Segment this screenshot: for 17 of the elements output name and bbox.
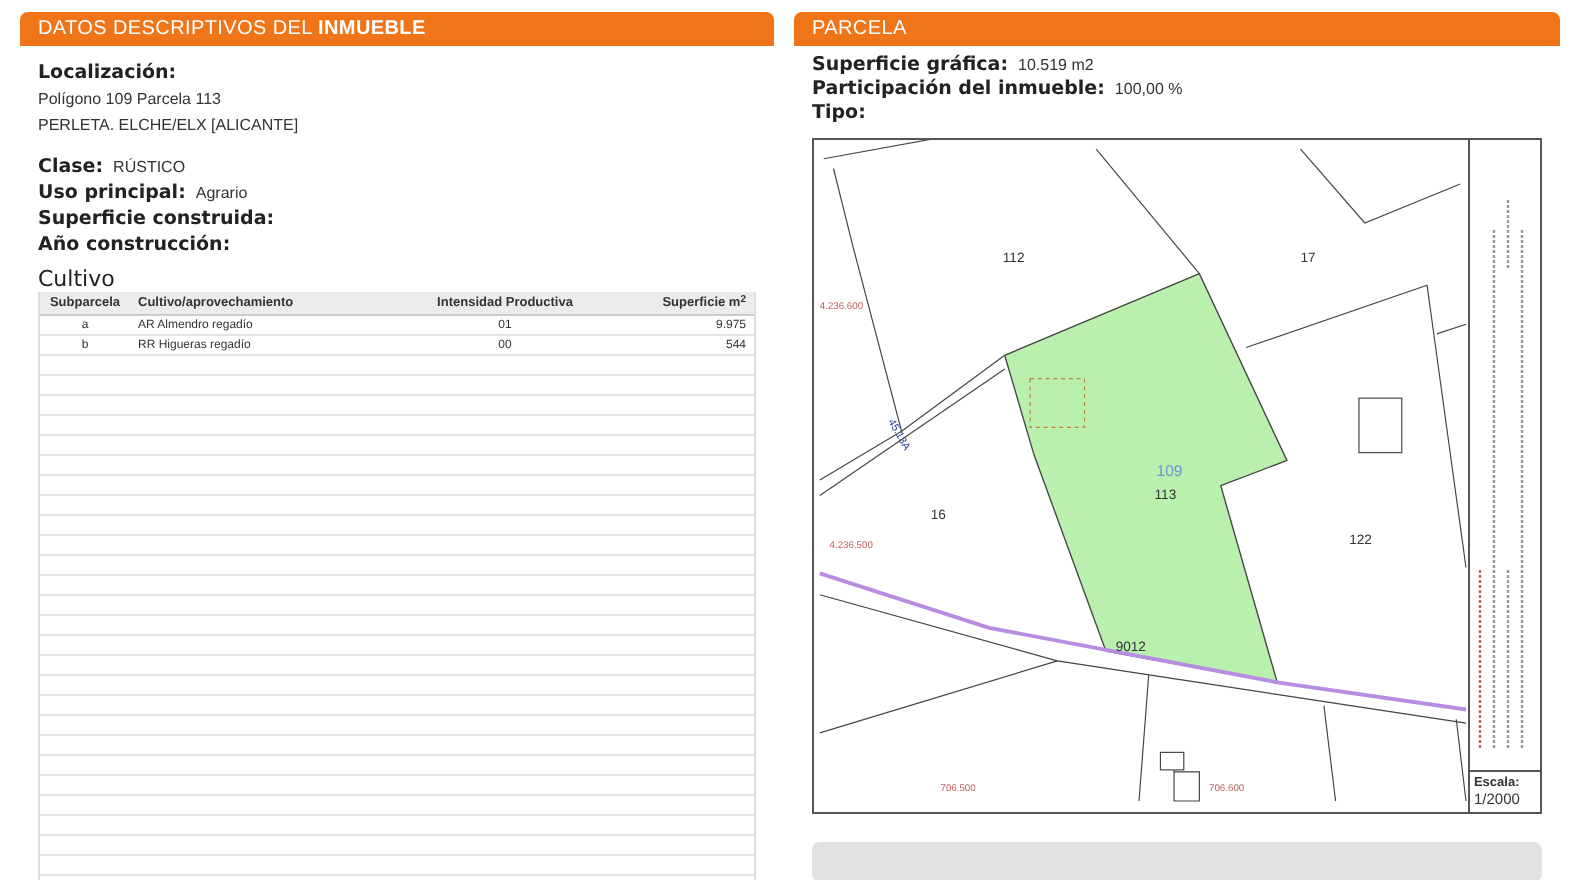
field-label: Uso principal: [38, 182, 186, 204]
field-label: Clase: [38, 156, 104, 178]
field-label: Superficie construida: [38, 208, 275, 230]
section-header: DATOS DESCRIPTIVOS DEL INMUEBLE [20, 12, 774, 46]
field-label: Localización: [38, 62, 177, 84]
field-label: Tipo: [812, 102, 866, 124]
address-line: Polígono 109 Parcela 113 [38, 90, 223, 112]
field-label: Año construcción: [38, 234, 231, 256]
field-value: Agrario [195, 184, 248, 202]
field-value: 100,00 % [1114, 80, 1183, 98]
field-value: 10.519 m2 [1018, 56, 1094, 74]
field-label: Superficie gráfica: [812, 54, 1008, 76]
section-title: Cultivo [38, 266, 117, 292]
field-value: RÚSTICO [113, 158, 186, 176]
field-label: Participación del inmueble: [812, 78, 1105, 100]
address-line: PERLETA. ELCHE/ELX [ALICANTE] [38, 116, 301, 138]
section-header: PARCELA [794, 12, 1560, 46]
